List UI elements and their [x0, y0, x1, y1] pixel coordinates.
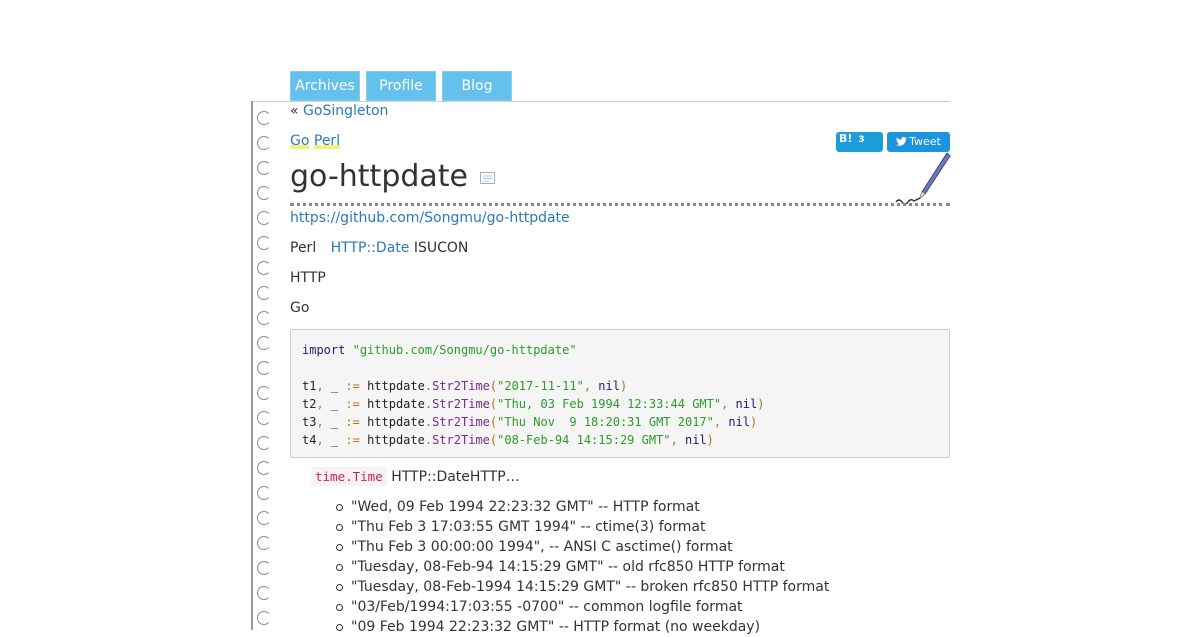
nav-tab-archives[interactable]: Archives: [290, 71, 360, 101]
paragraph-2: HTTP: [290, 270, 326, 286]
entry-title: go-httpdate: [290, 159, 469, 194]
category-perl[interactable]: Perl: [313, 133, 341, 149]
list-item: "Thu Feb 3 17:03:55 GMT 1994" -- ctime(3…: [336, 517, 829, 537]
notebook-ring: [257, 411, 271, 425]
notebook-ring: [257, 161, 271, 175]
nav-tab-profile[interactable]: Profile: [366, 71, 436, 101]
header-divider: [252, 101, 950, 102]
list-item: "03/Feb/1994:17:03:55 -0700" -- common l…: [336, 597, 829, 617]
notebook-ring: [257, 611, 271, 625]
paragraph-3: Go: [290, 300, 310, 316]
code-line: t2, _ := httpdate.Str2Time("Thu, 03 Feb …: [302, 397, 765, 411]
notebook-ring: [257, 511, 271, 525]
list-item: "09 Feb 1994 22:23:32 GMT" -- HTTP forma…: [336, 617, 829, 637]
list-item: "Tuesday, 08-Feb-94 14:15:29 GMT" -- old…: [336, 557, 829, 577]
twitter-bird-icon: [896, 137, 908, 146]
category-go[interactable]: Go: [290, 133, 310, 149]
tweet-label: Tweet: [909, 135, 941, 148]
hatena-icon: B!: [839, 132, 853, 145]
notebook-ring: [257, 536, 271, 550]
notebook-ring: [257, 286, 271, 300]
paragraph-4: time.Time HTTP::DateHTTP…: [311, 467, 520, 486]
list-item: "Thu Feb 3 00:00:00 1994", -- ANSI C asc…: [336, 537, 829, 557]
notebook-spine: [251, 101, 253, 630]
title-underline: [290, 203, 950, 206]
p1-suffix: ISUCON: [413, 240, 469, 256]
prev-entry: « GoSingleton: [290, 103, 388, 119]
paragraph-1: Perl HTTP::Date ISUCON: [290, 240, 468, 256]
notebook-ring: [257, 561, 271, 575]
notebook-ring: [257, 586, 271, 600]
prev-entry-link[interactable]: GoSingleton: [303, 103, 388, 119]
list-item: "Wed, 09 Feb 1994 22:23:32 GMT" -- HTTP …: [336, 497, 829, 517]
notebook-ring: [257, 361, 271, 375]
notebook-ring: [257, 211, 271, 225]
notebook-ring: [257, 311, 271, 325]
tweet-button[interactable]: Tweet: [887, 132, 950, 152]
nav-tab-blog[interactable]: Blog: [442, 71, 512, 101]
hatena-count: 3: [858, 135, 865, 145]
p1-prefix: Perl: [290, 240, 317, 256]
entry-categories: Go Perl: [290, 133, 341, 149]
pen-icon: [895, 152, 951, 205]
notebook-ring: [257, 436, 271, 450]
code-block: import "github.com/Songmu/go-httpdate" t…: [290, 329, 950, 458]
notebook-ring: [257, 336, 271, 350]
notebook-ring: [257, 486, 271, 500]
notebook-ring: [257, 236, 271, 250]
notebook-ring: [257, 386, 271, 400]
notebook-ring: [257, 461, 271, 475]
code-line: t4, _ := httpdate.Str2Time("08-Feb-94 14…: [302, 433, 714, 447]
code-line: t3, _ := httpdate.Str2Time("Thu Nov 9 18…: [302, 415, 758, 429]
list-item: "Tuesday, 08-Feb-1994 14:15:29 GMT" -- b…: [336, 577, 829, 597]
prev-marker: «: [290, 103, 299, 119]
notebook-ring: [257, 186, 271, 200]
p4-suffix: HTTP::DateHTTP…: [391, 469, 520, 485]
code-line: t1, _ := httpdate.Str2Time("2017-11-11",…: [302, 379, 628, 393]
code-line-import: import "github.com/Songmu/go-httpdate": [302, 343, 577, 357]
repo-url-link[interactable]: https://github.com/Songmu/go-httpdate: [290, 210, 570, 226]
hatena-bookmark-button[interactable]: B! 3: [836, 132, 883, 152]
repo-url-paragraph: https://github.com/Songmu/go-httpdate: [290, 210, 570, 226]
date-format-list: "Wed, 09 Feb 1994 22:23:32 GMT" -- HTTP …: [336, 497, 829, 637]
edit-icon[interactable]: [480, 172, 495, 184]
inline-code-time: time.Time: [311, 467, 387, 486]
notebook-ring: [257, 136, 271, 150]
http-date-link[interactable]: HTTP::Date: [331, 240, 410, 256]
notebook-ring: [257, 111, 271, 125]
notebook-ring: [257, 261, 271, 275]
